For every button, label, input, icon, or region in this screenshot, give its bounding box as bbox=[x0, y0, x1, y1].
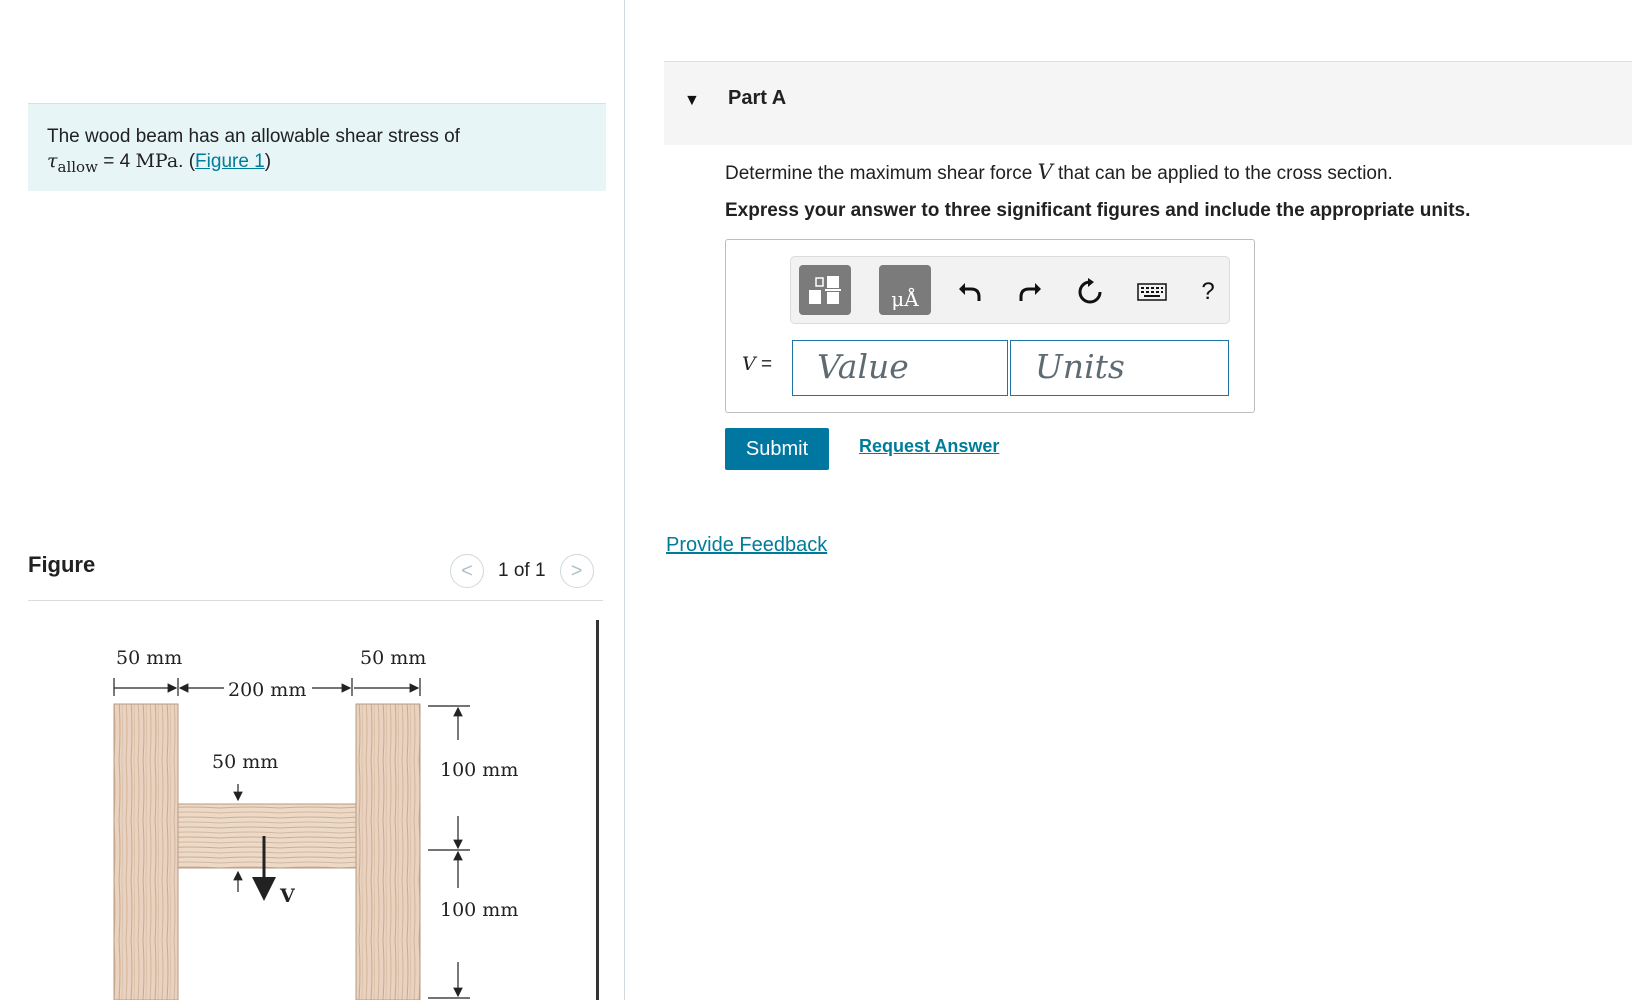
units-icon: μÅ bbox=[891, 287, 919, 311]
units-button[interactable]: μÅ bbox=[879, 265, 931, 315]
templates-icon bbox=[809, 276, 841, 304]
chevron-right-icon: > bbox=[570, 559, 583, 582]
figure-pager: < 1 of 1 > bbox=[450, 553, 594, 589]
chevron-left-icon: < bbox=[461, 559, 473, 582]
dim-top-right: 50 mm bbox=[360, 647, 426, 669]
problem-intro: The wood beam has an allowable shear str… bbox=[47, 126, 460, 147]
keyboard-icon[interactable] bbox=[1137, 277, 1167, 307]
prev-figure-button[interactable]: < bbox=[450, 554, 484, 588]
answer-box: μÅ ? V = Value Units bbox=[725, 239, 1255, 413]
dim-top-left: 50 mm bbox=[116, 647, 182, 669]
undo-icon[interactable] bbox=[955, 277, 985, 307]
unit-text: MPa bbox=[135, 150, 179, 172]
equals-text: = 4 bbox=[97, 151, 136, 172]
question-text: Determine the maximum shear force V that… bbox=[725, 160, 1393, 184]
dim-upper-height: 100 mm bbox=[440, 759, 518, 781]
part-title: Part A bbox=[728, 87, 787, 109]
pager-text: 1 of 1 bbox=[498, 560, 546, 581]
next-figure-button[interactable]: > bbox=[559, 554, 594, 588]
figure-divider bbox=[28, 600, 603, 601]
left-flange bbox=[113, 703, 179, 1000]
variable-label: V = bbox=[742, 353, 773, 375]
web-board bbox=[177, 803, 357, 869]
value-input[interactable]: Value bbox=[792, 340, 1008, 396]
problem-statement: The wood beam has an allowable shear str… bbox=[28, 103, 606, 191]
answer-instruction: Express your answer to three significant… bbox=[725, 200, 1471, 221]
part-a-header[interactable]: ▼ Part A bbox=[664, 61, 1632, 145]
submit-button[interactable]: Submit bbox=[725, 428, 829, 470]
period-text: . ( bbox=[178, 151, 196, 172]
provide-feedback-link[interactable]: Provide Feedback bbox=[666, 534, 827, 557]
units-input[interactable]: Units bbox=[1010, 340, 1229, 396]
redo-icon[interactable] bbox=[1015, 277, 1045, 307]
dim-lower-height: 100 mm bbox=[440, 899, 518, 921]
help-icon[interactable]: ? bbox=[1193, 277, 1223, 307]
templates-button[interactable] bbox=[799, 265, 851, 315]
tau-symbol: τallow bbox=[47, 150, 98, 176]
force-label: V bbox=[279, 885, 296, 907]
caret-down-icon: ▼ bbox=[684, 92, 700, 109]
figure-link[interactable]: Figure 1 bbox=[195, 151, 265, 172]
beam-cross-section-figure: 50 mm 50 mm 200 mm 50 mm 100 mm 100 mm V bbox=[113, 647, 518, 1000]
figure-heading: Figure bbox=[28, 552, 96, 577]
column-divider bbox=[624, 0, 625, 1000]
height-dimension-lines bbox=[428, 705, 470, 999]
right-flange bbox=[355, 703, 421, 1000]
dim-middle: 200 mm bbox=[228, 679, 306, 701]
reset-icon[interactable] bbox=[1075, 277, 1105, 307]
close-paren: ) bbox=[264, 151, 272, 172]
math-toolbar: μÅ ? bbox=[790, 256, 1230, 324]
dim-web: 50 mm bbox=[212, 751, 278, 773]
figure-scroll-edge bbox=[596, 620, 599, 1000]
problem-stress-line: τallow = 4 MPa. (Figure 1) bbox=[47, 149, 606, 180]
request-answer-link[interactable]: Request Answer bbox=[859, 436, 999, 457]
